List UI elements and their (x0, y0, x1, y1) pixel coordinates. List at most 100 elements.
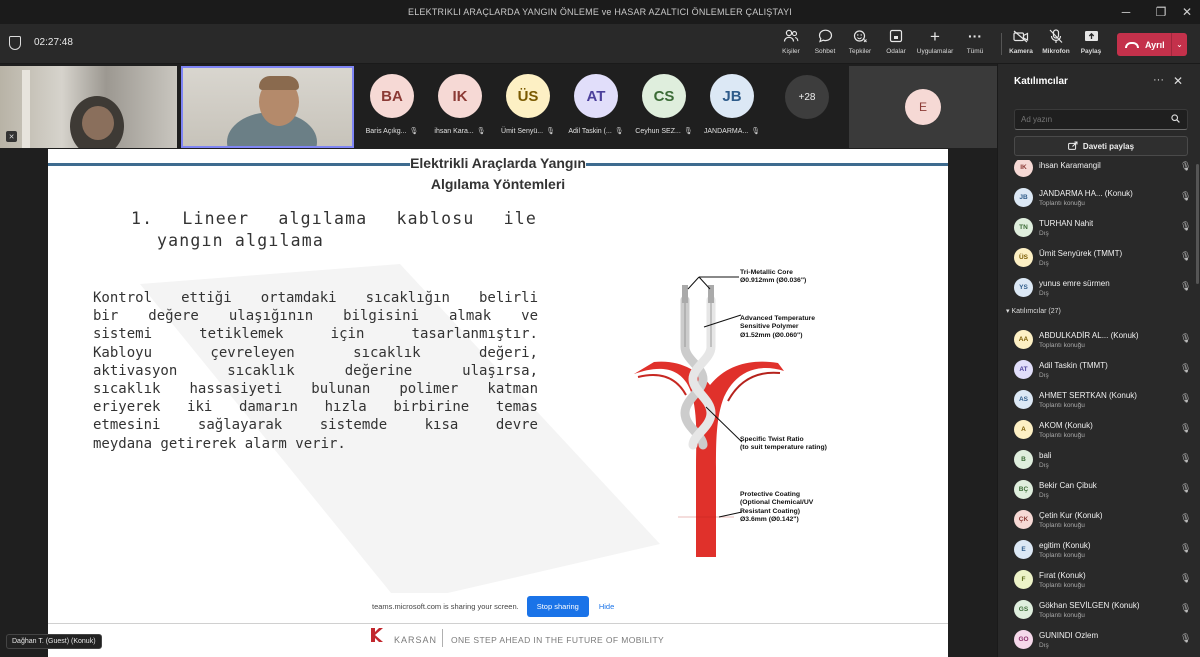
chat-button[interactable]: Sohbet (805, 28, 845, 62)
participant-row[interactable]: A AKOM (Konuk) Toplantı konuğu 🎙 (998, 414, 1200, 444)
participant-row[interactable]: Bbali Dış 🎙 (998, 444, 1200, 474)
paragraph-line: etmesini sağlayarak sistemde kısa devre (93, 417, 538, 434)
video-tile-participant-1[interactable]: ✕ (0, 66, 177, 148)
close-window-icon[interactable]: ✕ (1172, 0, 1200, 24)
leave-label: Ayrıl (1145, 39, 1165, 50)
panel-close-icon[interactable]: ✕ (1173, 74, 1183, 88)
participant-status: Dış (1039, 462, 1049, 469)
participant-row[interactable]: GO GUNINDI Ozlem Dış 🎙 (998, 624, 1200, 654)
people-icon (783, 28, 799, 44)
paragraph-line: bir değere ulaşığının bilgisini almak ve (93, 308, 538, 325)
muted-mic-icon: ✕ (6, 131, 17, 142)
person-hair (259, 76, 299, 90)
section-label: Katılımcılar (27) (1011, 308, 1061, 315)
participant-row[interactable]: YS yunus emre sürmen Dış 🎙 (998, 272, 1200, 302)
mic-label: Mikrofon (1042, 48, 1070, 55)
camera-button[interactable]: Kamera (1001, 28, 1041, 62)
participant-name-row: Ümit Senyü... 🎙 (501, 127, 555, 136)
participant-row[interactable]: ÜS Ümit Senyürek (TMMT) Dış 🎙 (998, 242, 1200, 272)
avatar: BÇ (1014, 480, 1033, 499)
muted-mic-icon: 🎙 (1180, 251, 1192, 261)
participant-status: Toplantı konuğu (1039, 612, 1085, 619)
participant-row[interactable]: AT Adil Taskin (TMMT) Dış 🎙 (998, 354, 1200, 384)
paragraph-line: Kontrol ettiği ortamdaki sıcaklığın beli… (93, 290, 538, 306)
participant-status: Toplantı konuğu (1039, 342, 1085, 349)
attendees-section-header[interactable]: ▾ Katılımcılar (27) (1006, 307, 1061, 315)
avatar: JB (1014, 188, 1033, 207)
stop-sharing-button[interactable]: Stop sharing (526, 595, 589, 617)
callout-line: Advanced Temperature (740, 315, 816, 322)
paragraph-line: eriyerek iki damarın hızla birbirine tem… (93, 399, 538, 416)
more-label: Tümü (966, 48, 984, 55)
callout-line: Ø0.912mm (Ø0.036") (740, 277, 807, 285)
window-light (22, 70, 30, 148)
footer-tagline: ONE STEP AHEAD IN THE FUTURE OF MOBILITY (451, 635, 665, 645)
participant-row[interactable]: AS AHMET SERTKAN (Konuk) Toplantı konuğu 🎙 (998, 384, 1200, 414)
avatar: IK (438, 74, 482, 118)
more-button[interactable]: ··· Tümü (955, 28, 995, 62)
participant-row[interactable]: IK ihsan Karamangil 🎙 (998, 160, 1200, 182)
footer-divider (442, 629, 443, 647)
smile-icon (852, 28, 868, 44)
avatar: GO (1014, 630, 1033, 649)
video-tile-participant-2[interactable] (181, 66, 354, 148)
participant-name: Ümit Senyürek (TMMT) (1039, 249, 1123, 258)
participant-name: TURHAN Nahit (1039, 219, 1094, 228)
participant-name: JANDARMA HA... (Konuk) (1039, 189, 1133, 198)
callout-line: (Optional Chemical/UV (740, 499, 814, 507)
participant-name: Ümit Senyü... (501, 127, 544, 135)
minimize-icon[interactable]: ─ (1111, 0, 1141, 24)
search-icon[interactable] (1171, 114, 1187, 125)
rooms-icon (888, 28, 904, 44)
rooms-button[interactable]: Odalar (876, 28, 916, 62)
video-strip: ✕ BA Baris Açıkg... 🎙 IK ihsan Kara... 🎙 ÜS Ümi… (0, 64, 997, 149)
participant-tile[interactable]: JB JANDARMA... 🎙 (700, 74, 764, 144)
avatar: GS (1014, 600, 1033, 619)
participant-row[interactable]: GS Gökhan SEVİLGEN (Konuk) Toplantı konuğu… (998, 594, 1200, 624)
participant-status: Dış (1039, 642, 1049, 649)
participant-tile[interactable]: ÜS Ümit Senyü... 🎙 (496, 74, 560, 144)
participant-tile[interactable]: BA Baris Açıkg... 🎙 (360, 74, 424, 144)
video-tile-e[interactable]: E (849, 66, 997, 148)
participant-row[interactable]: ÇK Çetin Kur (Konuk) Toplantı konuğu 🎙 (998, 504, 1200, 534)
participant-row[interactable]: BÇ Bekir Can Çibuk Dış 🎙 (998, 474, 1200, 504)
participants-panel: Katılımcılar ··· ✕ Daveti paylaş IK ihsan… (997, 64, 1200, 657)
chat-icon (817, 28, 833, 44)
participant-tile[interactable]: AT Adil Taskin (... 🎙 (564, 74, 628, 144)
participant-row[interactable]: F Fırat (Konuk) Toplantı konuğu 🎙 (998, 564, 1200, 594)
participant-name: AKOM (Konuk) (1039, 421, 1093, 430)
avatar: AT (574, 74, 618, 118)
avatar: E (905, 89, 941, 125)
avatar: A (1014, 420, 1033, 439)
callout-line: Specific Twist Ratio (740, 436, 804, 443)
react-button[interactable]: Tepkiler (840, 28, 880, 62)
slide-paragraph: Kontrol ettiği ortamdaki sıcaklığın beli… (93, 289, 538, 453)
apps-button[interactable]: + Uygulamalar (915, 28, 955, 62)
share-button[interactable]: Paylaş (1071, 28, 1111, 62)
panel-more-icon[interactable]: ··· (1153, 74, 1164, 86)
participant-name: Çetin Kur (Konuk) (1039, 511, 1103, 520)
panel-scrollbar[interactable] (1196, 164, 1199, 284)
hide-notice-link[interactable]: Hide (599, 602, 614, 611)
paragraph-line: Kabloyu çevreleyen sıcaklık değeri, (93, 344, 538, 361)
participant-status: Toplantı konuğu (1039, 402, 1085, 409)
more-participants-button[interactable]: +28 (785, 75, 829, 119)
search-input[interactable] (1015, 115, 1171, 124)
participant-row[interactable]: JB JANDARMA HA... (Konuk) Toplantı konuğu 🎙 (998, 182, 1200, 212)
leave-dropdown-icon[interactable]: ⌄ (1171, 33, 1187, 56)
paragraph-line: sıcaklık hassasiyeti bulunan polimer kat… (93, 381, 538, 398)
participant-tile[interactable]: IK ihsan Kara... 🎙 (428, 74, 492, 144)
participant-tile[interactable]: CS Ceyhun SEZ... 🎙 (632, 74, 696, 144)
participant-row[interactable]: TN TURHAN Nahit Dış 🎙 (998, 212, 1200, 242)
callout-line: Resistant Coating) (740, 507, 801, 515)
leave-button[interactable]: Ayrıl ⌄ (1117, 33, 1187, 56)
slide-subtitle: 1. Lineer algılama kablosu ile (131, 209, 538, 228)
participant-row[interactable]: AA ABDULKADİR AL... (Konuk) Toplantı konuğ… (998, 324, 1200, 354)
avatar: ÇK (1014, 510, 1033, 529)
participant-search[interactable] (1014, 109, 1188, 130)
mic-button[interactable]: Mikrofon (1036, 28, 1076, 62)
share-invite-button[interactable]: Daveti paylaş (1014, 136, 1188, 156)
paragraph-line: meydana getirerek alarm verir. (93, 435, 346, 452)
participant-row[interactable]: Eegitim (Konuk) Toplantı konuğu 🎙 (998, 534, 1200, 564)
avatar: TN (1014, 218, 1033, 237)
